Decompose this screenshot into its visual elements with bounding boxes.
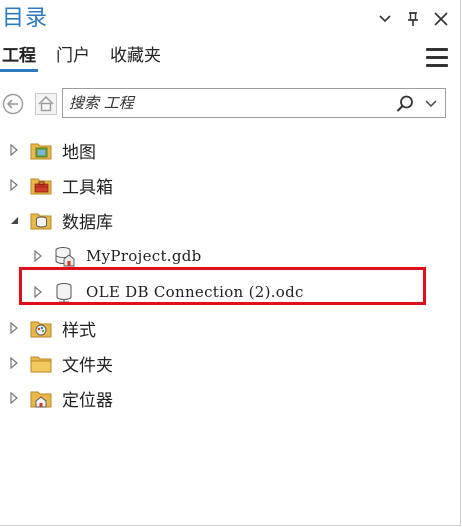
tree-item-label: OLE DB Connection (2).odc — [86, 283, 304, 301]
pane-title: 目录 — [2, 6, 49, 31]
map-folder-icon — [30, 139, 52, 161]
expand-arrow-icon[interactable] — [8, 322, 20, 334]
catalog-tabs: 工程 门户 收藏夹 — [0, 44, 163, 72]
close-icon — [434, 12, 448, 26]
hamburger-menu-icon — [426, 48, 448, 67]
toolbox-folder-icon — [30, 174, 52, 196]
home-icon — [35, 93, 57, 115]
tree-item-label: 数据库 — [62, 212, 113, 233]
geodatabase-icon — [54, 245, 76, 267]
chevron-down-icon — [379, 15, 391, 23]
close-button[interactable] — [432, 10, 450, 28]
tab-project[interactable]: 工程 — [0, 44, 38, 72]
search-row — [0, 88, 460, 120]
tab-portal[interactable]: 门户 — [54, 44, 92, 72]
database-connection-icon — [54, 281, 76, 303]
tree-item-label: 文件夹 — [62, 355, 113, 376]
tree-item-label: MyProject.gdb — [86, 247, 202, 265]
home-button[interactable] — [35, 93, 57, 115]
folder-icon — [30, 352, 52, 374]
search-box — [62, 88, 446, 118]
search-options-dropdown[interactable] — [423, 96, 439, 112]
tree-item-label: 定位器 — [62, 390, 113, 411]
style-folder-icon — [30, 317, 52, 339]
tree-item-ole-db-connection[interactable]: OLE DB Connection (2).odc — [32, 277, 304, 307]
search-icon — [396, 95, 413, 112]
database-folder-icon — [30, 209, 52, 231]
tree-item-locators[interactable]: 定位器 — [8, 383, 113, 413]
tree-item-label: 地图 — [62, 142, 96, 163]
pane-options-dropdown[interactable] — [376, 10, 394, 28]
tree-item-label: 工具箱 — [62, 177, 113, 198]
expand-arrow-icon[interactable] — [8, 144, 20, 156]
tree-item-maps[interactable]: 地图 — [8, 135, 96, 165]
back-button[interactable] — [2, 93, 24, 115]
back-arrow-icon — [2, 93, 24, 115]
tree-item-folders[interactable]: 文件夹 — [8, 348, 113, 378]
catalog-pane: 目录 工程 门户 收藏夹 搜索 工程 地图 工具箱 数据库 MyProject.… — [0, 0, 461, 526]
collapse-arrow-icon[interactable] — [8, 214, 20, 226]
expand-arrow-icon[interactable] — [8, 179, 20, 191]
tree-item-databases[interactable]: 数据库 — [8, 205, 113, 235]
expand-arrow-icon[interactable] — [8, 357, 20, 369]
search-button[interactable] — [395, 94, 415, 114]
search-input[interactable] — [69, 92, 369, 114]
expand-arrow-icon[interactable] — [8, 392, 20, 404]
chevron-down-icon — [425, 100, 437, 108]
pane-title-controls — [376, 10, 450, 28]
tree-item-toolboxes[interactable]: 工具箱 — [8, 170, 113, 200]
locator-folder-icon — [30, 387, 52, 409]
expand-arrow-icon[interactable] — [32, 286, 44, 298]
pin-icon — [408, 12, 418, 26]
expand-arrow-icon[interactable] — [32, 250, 44, 262]
menu-button[interactable] — [426, 48, 448, 70]
tree-item-label: 样式 — [62, 320, 96, 341]
tree-item-styles[interactable]: 样式 — [8, 313, 96, 343]
tab-favorites[interactable]: 收藏夹 — [108, 44, 163, 72]
tree-item-myproject-gdb[interactable]: MyProject.gdb — [32, 241, 202, 271]
auto-hide-button[interactable] — [404, 10, 422, 28]
